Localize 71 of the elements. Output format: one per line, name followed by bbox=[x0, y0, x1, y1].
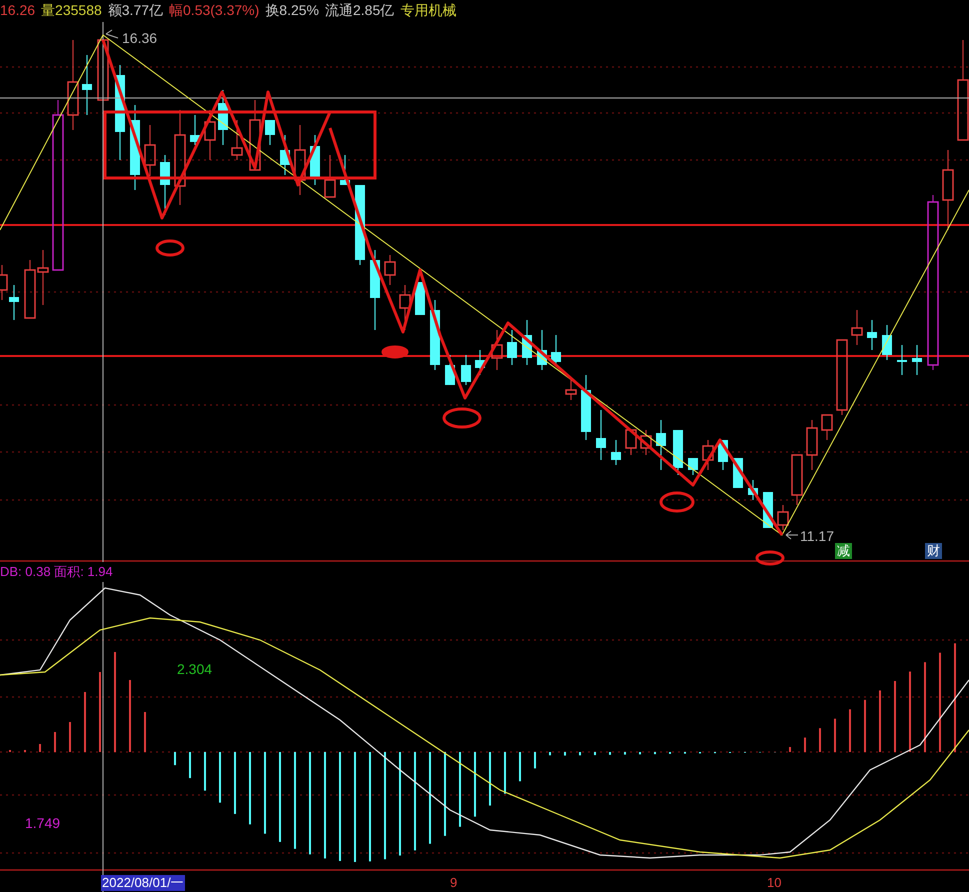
indicator-value: 2.304 bbox=[177, 660, 212, 679]
quote-field: 换8.25% bbox=[265, 0, 319, 20]
candle bbox=[475, 350, 485, 376]
candle bbox=[702, 440, 714, 470]
candle bbox=[596, 410, 606, 460]
candle bbox=[581, 374, 591, 440]
quote-field: 额3.77亿 bbox=[108, 0, 164, 20]
leader-line bbox=[106, 30, 118, 38]
candle bbox=[882, 324, 892, 360]
candle bbox=[522, 320, 532, 366]
candle bbox=[294, 124, 306, 196]
candle bbox=[310, 134, 320, 186]
candle bbox=[537, 330, 547, 370]
candle bbox=[9, 284, 19, 320]
circle-mark bbox=[442, 408, 482, 428]
axis-tick-label: 10 bbox=[767, 875, 782, 891]
candle bbox=[611, 440, 621, 466]
candle bbox=[204, 110, 216, 160]
candle bbox=[340, 154, 350, 185]
candle bbox=[160, 154, 170, 216]
candle bbox=[806, 420, 818, 470]
candle bbox=[24, 260, 36, 319]
candle bbox=[218, 90, 228, 146]
circle-mark bbox=[156, 240, 184, 256]
candle bbox=[688, 458, 698, 476]
event-badge: 减 bbox=[835, 543, 852, 559]
quote-field: 专用机械 bbox=[400, 0, 456, 20]
candle bbox=[461, 354, 471, 386]
candle bbox=[625, 429, 637, 456]
candle bbox=[445, 354, 455, 385]
candle bbox=[777, 504, 789, 530]
candle bbox=[748, 480, 758, 500]
candle bbox=[249, 100, 261, 171]
quote-field: 流通2.85亿 bbox=[325, 0, 394, 20]
candle bbox=[912, 344, 922, 376]
candle bbox=[656, 420, 666, 470]
candle bbox=[231, 120, 243, 160]
candle bbox=[851, 310, 863, 346]
candle bbox=[897, 344, 907, 376]
circle-mark bbox=[660, 492, 694, 512]
quote-field: 16.26 bbox=[0, 0, 36, 20]
candle bbox=[144, 124, 156, 176]
candle bbox=[565, 380, 577, 400]
circle-mark bbox=[756, 550, 784, 566]
candle bbox=[718, 440, 728, 470]
candle bbox=[37, 250, 49, 306]
leader-line bbox=[786, 530, 798, 540]
indicator-readout: DB: 0.38 面积: 1.94 bbox=[0, 562, 113, 582]
candle bbox=[491, 330, 503, 370]
candle bbox=[673, 430, 683, 476]
price-label: 16.36 bbox=[122, 29, 158, 48]
candle bbox=[507, 330, 517, 366]
circle-mark bbox=[382, 346, 408, 358]
event-badge: 财 bbox=[925, 543, 942, 559]
candle bbox=[821, 414, 833, 440]
quote-field: 量235588 bbox=[41, 0, 102, 20]
candle bbox=[399, 284, 411, 330]
indicator-value: 1.749 bbox=[25, 814, 60, 833]
axis-tick-label: 9 bbox=[450, 875, 458, 891]
candle bbox=[82, 54, 92, 116]
candle bbox=[384, 254, 396, 286]
candle bbox=[324, 154, 336, 198]
candle bbox=[190, 114, 200, 146]
price-label: 11.17 bbox=[800, 527, 834, 546]
quote-field: 幅0.53(3.37%) bbox=[169, 0, 260, 20]
candle bbox=[791, 454, 803, 506]
date-label: 2022/08/01/一 bbox=[101, 875, 185, 891]
candle bbox=[867, 320, 877, 350]
candle bbox=[97, 39, 109, 101]
candle bbox=[640, 430, 652, 456]
candle bbox=[265, 120, 275, 146]
